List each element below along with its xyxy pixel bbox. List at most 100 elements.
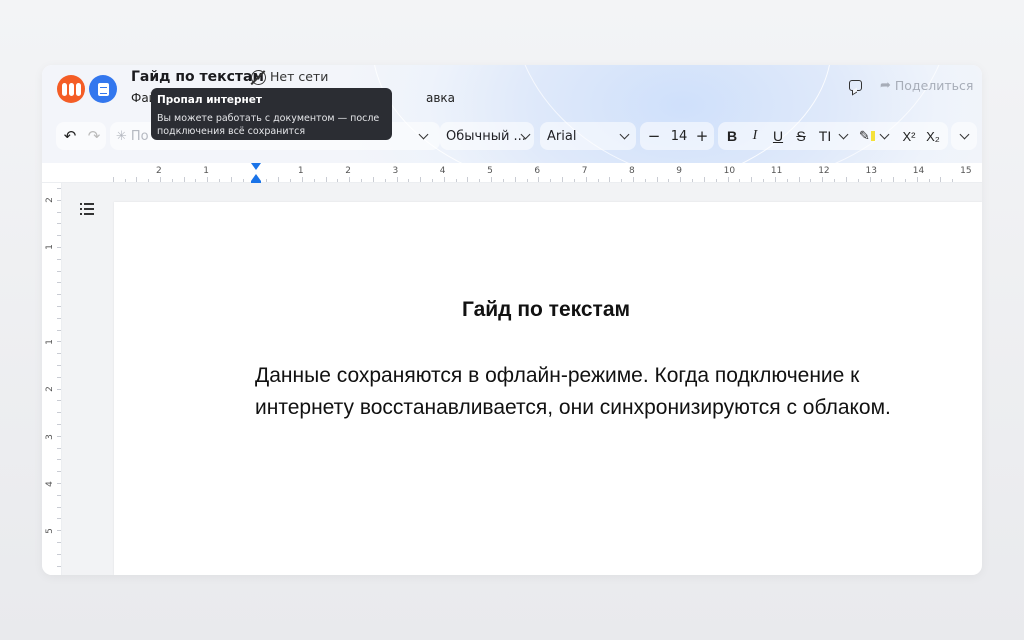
paragraph-style-dropdown[interactable]: Обычный ...	[446, 122, 526, 150]
ruler-tick	[57, 530, 61, 532]
style-dropdown[interactable]: ✳ По	[116, 122, 149, 150]
document-paragraph[interactable]: Данные сохраняются в офлайн-режиме. Когд…	[255, 360, 975, 424]
ruler-label: 12	[818, 166, 830, 176]
ruler-tick	[349, 177, 351, 182]
ruler-tick	[396, 177, 398, 182]
ruler-tick	[325, 177, 327, 182]
document-heading[interactable]: Гайд по текстам	[42, 298, 982, 322]
ruler-tick	[455, 179, 457, 182]
ruler-tick	[668, 179, 670, 182]
ruler-tick	[57, 341, 61, 343]
document-title[interactable]: Гайд по текстам	[131, 67, 264, 87]
chevron-down-icon[interactable]	[837, 122, 849, 150]
ruler-tick	[57, 494, 61, 496]
ruler-tick	[644, 179, 646, 182]
ruler-tick	[183, 177, 185, 182]
ruler-tick	[57, 211, 61, 213]
text-color-button[interactable]: TI	[814, 122, 836, 150]
ruler-tick	[57, 258, 61, 260]
ruler-tick	[57, 459, 61, 461]
ruler-label: 7	[581, 166, 588, 176]
ruler-tick	[57, 353, 61, 355]
ruler-tick	[597, 179, 599, 182]
ruler-label: 11	[770, 166, 783, 176]
subscript-button[interactable]: X₂	[922, 122, 944, 150]
list-icon[interactable]	[80, 203, 94, 215]
ruler-tick	[57, 188, 61, 189]
bold-button[interactable]: B	[723, 122, 741, 150]
share-button[interactable]: ➦ Поделиться	[880, 78, 973, 93]
ruler-tick	[952, 179, 954, 182]
ruler-tick	[195, 179, 197, 182]
ruler-tick	[57, 294, 61, 296]
ruler-tick	[916, 177, 918, 182]
style-dropdown-label: По	[130, 128, 149, 144]
highlighter-icon[interactable]: ✎	[856, 122, 878, 150]
ruler-tick	[703, 177, 705, 182]
ruler-tick	[337, 179, 339, 182]
ruler-label: 10	[723, 166, 736, 176]
ruler-tick	[822, 177, 824, 182]
ruler-label: 6	[534, 166, 541, 176]
app-logo-icon[interactable]	[57, 75, 85, 103]
offline-status[interactable]: Нет сети	[251, 67, 328, 87]
ruler-tick	[57, 506, 61, 508]
strikethrough-button[interactable]: S	[792, 122, 810, 150]
vertical-ruler[interactable]: 2 1 1 2 3 4 5	[42, 183, 62, 575]
ruler-tick	[136, 177, 138, 182]
menu-insert[interactable]: авка	[426, 91, 455, 105]
ruler-label: 1	[44, 339, 55, 345]
ruler-tick	[420, 177, 422, 182]
ruler-tick	[57, 282, 61, 284]
docs-logo-icon[interactable]	[89, 75, 117, 103]
font-size-decrease-button[interactable]: −	[646, 122, 662, 150]
font-size-increase-button[interactable]: +	[694, 122, 710, 150]
font-size-value[interactable]: 14	[666, 122, 692, 150]
underline-button[interactable]: U	[769, 122, 787, 150]
ruler-tick	[57, 542, 61, 543]
ruler-tick	[230, 177, 232, 182]
ruler-tick	[57, 471, 61, 473]
ruler-tick	[479, 179, 481, 182]
chevron-down-icon[interactable]	[415, 122, 431, 150]
indent-marker[interactable]	[251, 163, 261, 170]
ruler-tick	[313, 179, 315, 182]
ruler-label: 3	[392, 166, 399, 176]
ruler-tick	[538, 177, 540, 182]
ruler-tick	[940, 177, 942, 182]
document-page[interactable]: Гайд по текстам Данные сохраняются в офл…	[114, 202, 982, 575]
paragraph-line: Данные сохраняются в офлайн-режиме. Когд…	[255, 364, 860, 387]
ruler-tick	[124, 179, 126, 182]
ruler-tick	[881, 179, 883, 182]
ruler-tick	[431, 179, 433, 182]
offline-label: Нет сети	[270, 69, 329, 84]
horizontal-ruler[interactable]: 2 1 1 2 3 4 5 6 7 8 9 10 11 12 13 14 15	[42, 163, 982, 184]
font-family-dropdown[interactable]: Arial	[547, 122, 576, 150]
ruler-tick	[869, 177, 871, 182]
ruler-tick	[57, 388, 61, 390]
superscript-button[interactable]: X²	[898, 122, 920, 150]
tooltip-text-line1: Вы можете работать с документом — после	[157, 113, 380, 124]
undo-icon[interactable]: ↶	[60, 122, 80, 150]
tooltip-text-line2: подключения всё сохранится	[157, 126, 306, 137]
comment-icon[interactable]	[849, 80, 862, 91]
ruler-tick	[751, 177, 753, 182]
italic-button[interactable]: I	[746, 122, 764, 150]
ruler-label: 3	[44, 434, 55, 440]
chevron-down-icon[interactable]	[519, 122, 531, 150]
ruler-label: 5	[44, 528, 55, 534]
ruler-tick	[57, 235, 61, 237]
chevron-down-icon[interactable]	[878, 122, 890, 150]
indent-marker[interactable]	[251, 174, 261, 181]
ruler-tick	[266, 179, 268, 182]
ruler-label: 15	[960, 166, 972, 176]
ruler-tick	[57, 412, 61, 414]
ruler-label: 9	[676, 166, 683, 176]
more-tools-chevron-icon[interactable]	[955, 122, 973, 150]
ruler-tick	[290, 179, 292, 182]
redo-icon[interactable]: ↷	[84, 122, 104, 150]
font-family-label: Arial	[547, 128, 577, 144]
ruler-tick	[621, 179, 623, 182]
ruler-tick	[798, 177, 800, 182]
chevron-down-icon[interactable]	[617, 122, 631, 150]
